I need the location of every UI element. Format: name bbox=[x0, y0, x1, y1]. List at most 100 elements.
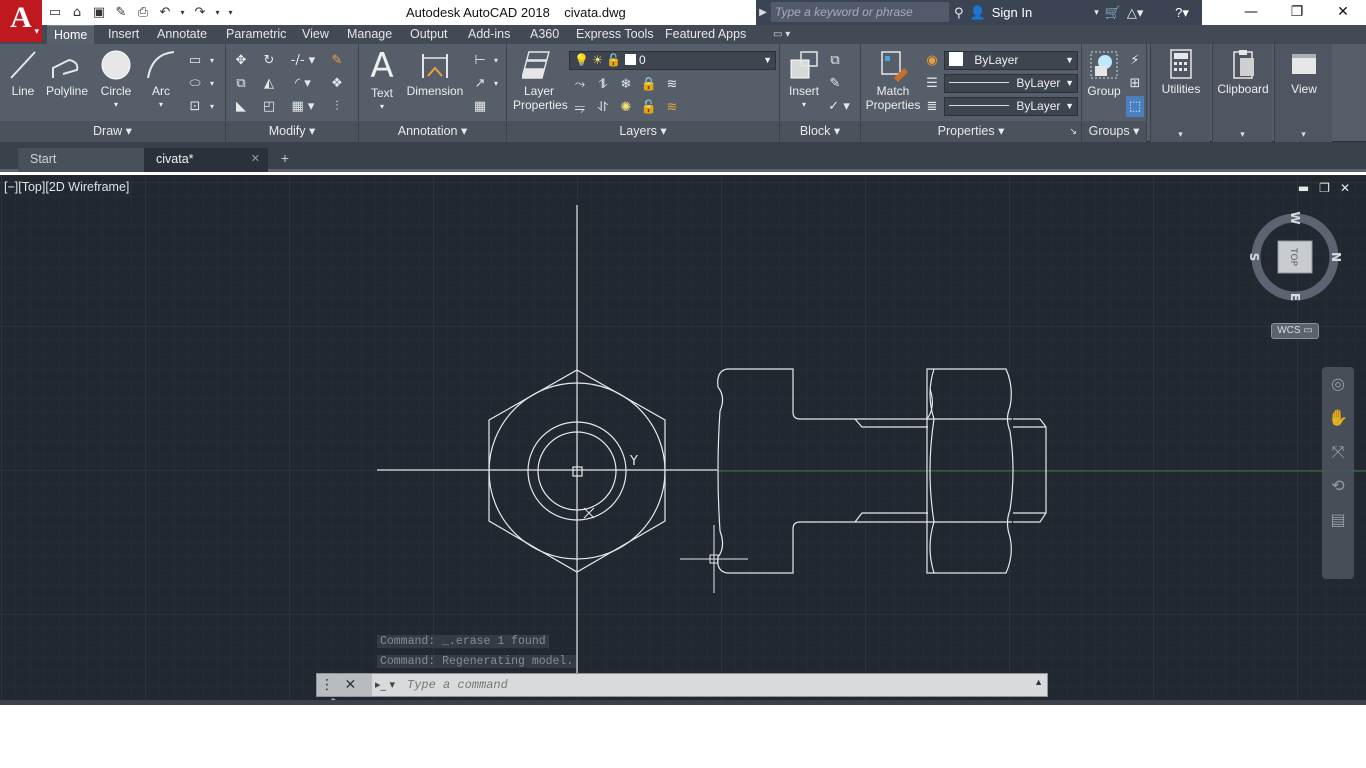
tab-featured-apps[interactable]: Featured Apps bbox=[658, 25, 753, 44]
command-grip-icon[interactable]: ⋮ bbox=[320, 677, 334, 693]
close-window-icon[interactable]: ✕ bbox=[1320, 0, 1366, 25]
circle-dropdown-icon[interactable]: ▾ bbox=[97, 98, 135, 112]
command-input[interactable] bbox=[407, 676, 1027, 694]
tab-express-tools[interactable]: Express Tools bbox=[569, 25, 661, 44]
showmotion-icon[interactable]: ▤ bbox=[1322, 503, 1354, 537]
binoculars-icon[interactable]: ⚲ bbox=[954, 5, 964, 21]
tab-addins[interactable]: Add-ins bbox=[461, 25, 517, 44]
scale-icon[interactable]: ◰ bbox=[260, 96, 278, 117]
create-block-icon[interactable]: ⧉ bbox=[826, 50, 844, 71]
view-button[interactable]: View bbox=[1279, 48, 1329, 96]
insert-dropdown-icon[interactable]: ▾ bbox=[784, 98, 824, 112]
offset-icon[interactable]: ⫶ bbox=[328, 96, 346, 117]
array-icon[interactable]: ▦ ▾ bbox=[288, 96, 318, 117]
match-properties-button[interactable]: Match Properties bbox=[863, 48, 923, 112]
erase-icon[interactable]: ✎ bbox=[328, 50, 346, 71]
leader-dropdown-icon[interactable]: ▾ bbox=[491, 73, 501, 94]
undo-dropdown-icon[interactable]: ▾ bbox=[178, 3, 187, 21]
arc-dropdown-icon[interactable]: ▾ bbox=[143, 98, 179, 112]
rectangle-dropdown-icon[interactable]: ▾ bbox=[206, 50, 218, 71]
tab-parametric[interactable]: Parametric bbox=[219, 25, 293, 44]
polyline-tool-button[interactable]: Polyline bbox=[43, 48, 91, 98]
help-icon[interactable]: ?▾ bbox=[1175, 5, 1189, 20]
groups-panel-label[interactable]: Groups ▾ bbox=[1082, 121, 1146, 142]
properties-panel-label[interactable]: Properties ▾ ↘ bbox=[861, 121, 1081, 142]
layer-unlock-icon[interactable]: 🔓 bbox=[640, 97, 658, 118]
redo-dropdown-icon[interactable]: ▾ bbox=[213, 3, 222, 21]
application-menu-button[interactable]: A ▾ bbox=[0, 0, 42, 42]
viewport-controls-label[interactable]: [−][Top][2D Wireframe] bbox=[4, 180, 129, 194]
hatch-icon[interactable]: ⬭ bbox=[186, 73, 204, 94]
group-edit-icon[interactable]: ⊞ bbox=[1126, 73, 1144, 94]
plot-icon[interactable]: ⎙ bbox=[134, 3, 152, 21]
utilities-panel[interactable]: Utilities ▾ bbox=[1150, 44, 1210, 142]
layer-previous-icon[interactable]: ⥯ bbox=[594, 97, 612, 118]
trim-icon[interactable]: -/- ▾ bbox=[288, 50, 318, 71]
linear-dim-dropdown-icon[interactable]: ▾ bbox=[491, 50, 501, 71]
layer-match-icon[interactable]: ⥭ bbox=[571, 97, 589, 118]
layer-thaw-all-icon[interactable]: ✺ bbox=[617, 97, 635, 118]
command-close-icon[interactable]: ✕ bbox=[344, 677, 356, 693]
tab-annotate[interactable]: Annotate bbox=[150, 25, 214, 44]
layer-lock-tool-icon[interactable]: 🔒 bbox=[640, 74, 658, 95]
line-tool-button[interactable]: Line bbox=[6, 48, 40, 98]
ribbon-display-toggle-icon[interactable]: ▭ ▾ bbox=[773, 25, 790, 44]
fillet-icon[interactable]: ◜ ▾ bbox=[288, 73, 318, 94]
layer-dropdown[interactable]: 💡 ☀ 🔓 0 ▼ bbox=[569, 51, 776, 70]
command-prompt-icon[interactable]: ▸_ ▾ bbox=[375, 676, 403, 694]
tab-a360[interactable]: A360 bbox=[523, 25, 566, 44]
layer-freeze-icon[interactable]: ❄ bbox=[617, 74, 635, 95]
view-dropdown-icon[interactable]: ▾ bbox=[1275, 129, 1332, 140]
block-panel-label[interactable]: Block ▾ bbox=[780, 121, 860, 142]
wcs-menu-button[interactable]: WCS ▭ bbox=[1271, 323, 1319, 339]
layer-isolate-icon[interactable]: ⥮ bbox=[594, 74, 612, 95]
signin-dropdown-icon[interactable]: ▾ bbox=[1094, 7, 1099, 18]
cart-icon[interactable]: 🛒 bbox=[1105, 5, 1121, 21]
tab-view[interactable]: View bbox=[295, 25, 336, 44]
modify-panel-label[interactable]: Modify ▾ bbox=[226, 121, 358, 142]
lineweight-dropdown[interactable]: ByLayer ▼ bbox=[944, 97, 1078, 116]
explode-icon[interactable]: ❖ bbox=[328, 73, 346, 94]
search-expand-icon[interactable]: ▶ bbox=[756, 0, 770, 25]
boundary-dropdown-icon[interactable]: ▾ bbox=[206, 96, 218, 117]
clipboard-button[interactable]: Clipboard bbox=[1215, 48, 1271, 96]
tab-insert[interactable]: Insert bbox=[101, 25, 146, 44]
tab-civata[interactable]: civata* ✕ bbox=[144, 148, 268, 172]
draw-panel-label[interactable]: Draw ▾ bbox=[0, 121, 225, 142]
new-file-icon[interactable]: ▭ bbox=[46, 3, 64, 21]
maximize-icon[interactable]: ❐ bbox=[1274, 0, 1320, 25]
save-as-icon[interactable]: ✎ bbox=[112, 3, 130, 21]
save-icon[interactable]: ▣ bbox=[90, 3, 108, 21]
clipboard-panel[interactable]: Clipboard ▾ bbox=[1212, 44, 1272, 142]
tab-manage[interactable]: Manage bbox=[340, 25, 399, 44]
clipboard-dropdown-icon[interactable]: ▾ bbox=[1213, 129, 1272, 140]
customize-qat-icon[interactable]: ▾ bbox=[226, 3, 235, 21]
sign-in-link[interactable]: Sign In bbox=[992, 5, 1032, 20]
mirror-icon[interactable]: ◭ bbox=[260, 73, 278, 94]
copy-icon[interactable]: ⧉ bbox=[232, 73, 250, 94]
stretch-icon[interactable]: ◣ bbox=[232, 96, 250, 117]
circle-tool-button[interactable]: Circle ▾ bbox=[97, 48, 135, 112]
tab-output[interactable]: Output bbox=[403, 25, 455, 44]
arc-tool-button[interactable]: Arc ▾ bbox=[143, 48, 179, 112]
linear-dim-icon[interactable]: ⊢ bbox=[471, 50, 489, 71]
minimize-icon[interactable]: — bbox=[1228, 0, 1274, 25]
utilities-button[interactable]: Utilities bbox=[1155, 48, 1207, 96]
steering-wheel-icon[interactable]: ◎ bbox=[1322, 367, 1354, 401]
zoom-extents-icon[interactable]: ⤧ bbox=[1322, 435, 1354, 469]
ungroup-icon[interactable]: ⚡ bbox=[1126, 50, 1144, 71]
layer-make-current-icon[interactable]: ≋ bbox=[663, 74, 681, 95]
rectangle-icon[interactable]: ▭ bbox=[186, 50, 204, 71]
rotate-icon[interactable]: ↻ bbox=[260, 50, 278, 71]
text-tool-button[interactable]: A Text ▾ bbox=[367, 48, 397, 114]
command-history-toggle-icon[interactable]: ▲ bbox=[1034, 677, 1043, 687]
redo-icon[interactable]: ↷ bbox=[191, 3, 209, 21]
command-line-grip[interactable]: ⋮ ✕ 🔧 bbox=[317, 674, 372, 715]
user-icon[interactable]: 👤 bbox=[970, 5, 986, 21]
insert-block-button[interactable]: Insert ▾ bbox=[784, 48, 824, 112]
layer-copy-icon[interactable]: ≋ bbox=[663, 97, 681, 118]
a360-icon[interactable]: △▾ bbox=[1127, 5, 1144, 21]
utilities-dropdown-icon[interactable]: ▾ bbox=[1151, 129, 1210, 140]
boundary-icon[interactable]: ⊡ bbox=[186, 96, 204, 117]
layer-properties-button[interactable]: Layer Properties bbox=[513, 48, 568, 112]
